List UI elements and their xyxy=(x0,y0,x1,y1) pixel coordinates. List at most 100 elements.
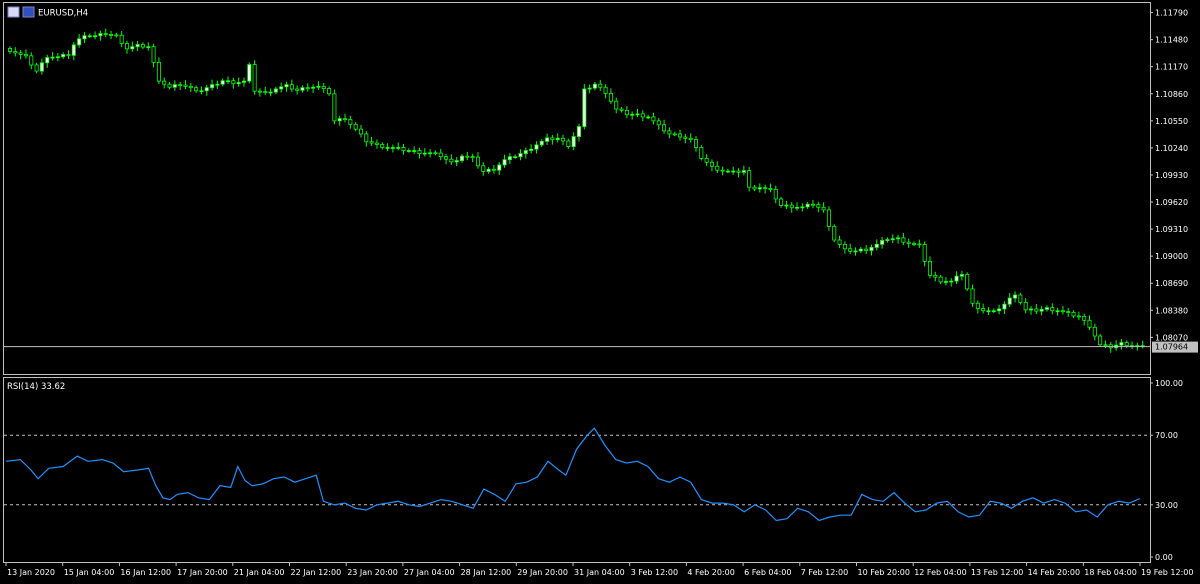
candle-body xyxy=(114,34,119,37)
candle-body xyxy=(986,310,991,313)
candle-body xyxy=(917,243,922,246)
candle-body xyxy=(693,139,698,148)
candle-body xyxy=(667,130,672,135)
candle-body xyxy=(513,156,518,159)
candle-body xyxy=(534,144,539,150)
candle-body xyxy=(66,54,71,56)
candle-body xyxy=(486,168,491,172)
candle-body xyxy=(981,308,986,312)
candle-body xyxy=(704,157,709,163)
price-pane[interactable]: EURUSD,H4 1.117901.114801.111701.108601.… xyxy=(3,2,1199,375)
candle-body xyxy=(18,52,23,55)
candle-body xyxy=(1055,310,1060,313)
candle-body xyxy=(71,44,76,56)
candle-body xyxy=(1050,307,1055,312)
candle-body xyxy=(422,152,427,155)
time-tick-label: 29 Jan 20:00 xyxy=(517,568,568,577)
candle-body xyxy=(933,274,938,278)
candle-body xyxy=(912,243,917,245)
candle-body xyxy=(1029,308,1034,311)
candle-body xyxy=(364,133,369,143)
trading-terminal-chart[interactable]: EURUSD,H4 1.117901.114801.111701.108601.… xyxy=(0,0,1200,584)
candle-body xyxy=(45,57,50,64)
price-tick-label: 1.08380 xyxy=(1155,306,1188,315)
candle-body xyxy=(358,128,363,135)
candle-body xyxy=(577,126,582,137)
candle-body xyxy=(608,92,613,102)
candle-body xyxy=(805,203,810,208)
symbol-badge-icon xyxy=(7,6,20,18)
candle-body xyxy=(768,188,773,190)
candle-body xyxy=(1087,319,1092,328)
candle-body xyxy=(465,155,470,158)
candle-body xyxy=(199,90,204,93)
candle-body xyxy=(55,56,60,59)
candle-body xyxy=(311,86,316,89)
time-tick-label: 16 Jan 12:00 xyxy=(120,568,171,577)
candle-body xyxy=(715,165,720,171)
candle-body xyxy=(289,84,294,90)
symbol-header: EURUSD,H4 xyxy=(7,6,88,19)
candle-body xyxy=(901,237,906,243)
time-tick-label: 13 Jan 2020 xyxy=(7,568,55,577)
candle-body xyxy=(380,144,385,148)
candle-body xyxy=(273,88,278,93)
candle-body xyxy=(257,90,262,93)
candle-body xyxy=(736,170,741,173)
candle-body xyxy=(970,288,975,304)
candle-body xyxy=(337,118,342,122)
candle-body xyxy=(188,85,193,89)
candle-body xyxy=(763,187,768,190)
candle-body xyxy=(646,116,651,119)
candle-body xyxy=(1034,308,1039,312)
candle-body xyxy=(241,80,246,83)
candle-body xyxy=(683,136,688,139)
candle-body xyxy=(561,137,566,142)
time-tick-label: 31 Jan 04:00 xyxy=(574,568,625,577)
candle-body xyxy=(316,85,321,88)
candle-body xyxy=(119,34,124,44)
time-tick-label: 13 Feb 12:00 xyxy=(971,568,1023,577)
candle-body xyxy=(502,159,507,166)
candle-body xyxy=(874,243,879,248)
candle-body xyxy=(343,118,348,121)
rsi-tick-label: 0.00 xyxy=(1155,553,1173,562)
candle-body xyxy=(183,84,188,87)
candle-body xyxy=(130,46,135,50)
candle-body xyxy=(1076,315,1081,318)
candle-body xyxy=(401,147,406,151)
rsi-pane[interactable]: RSI(14) 33.62 100.00 70.00 30.00 0.00 xyxy=(3,377,1184,563)
price-candles xyxy=(7,28,1145,353)
candle-body xyxy=(1007,297,1012,305)
time-tick-label: 6 Feb 04:00 xyxy=(744,568,791,577)
candle-body xyxy=(77,38,82,46)
symbol-title: EURUSD,H4 xyxy=(38,9,88,19)
price-tick-label: 1.11480 xyxy=(1155,36,1188,45)
candle-body xyxy=(1098,335,1103,346)
candle-body xyxy=(1119,342,1124,346)
price-tick-label: 1.11790 xyxy=(1155,9,1188,18)
candle-body xyxy=(826,209,831,227)
candle-body xyxy=(864,248,869,251)
rsi-tick-label: 70.00 xyxy=(1155,431,1178,440)
candle-body xyxy=(832,226,837,241)
candle-body xyxy=(61,54,66,58)
candle-body xyxy=(135,44,140,48)
candle-body xyxy=(460,155,465,161)
candle-body xyxy=(869,247,874,251)
candle-body xyxy=(1071,312,1076,317)
candle-body xyxy=(369,141,374,144)
price-tick-label: 1.10240 xyxy=(1155,144,1188,153)
candle-body xyxy=(29,55,34,66)
candle-body xyxy=(475,156,480,167)
candle-body xyxy=(438,152,443,158)
candle-body xyxy=(23,53,28,57)
candle-body xyxy=(204,87,209,92)
candle-body xyxy=(699,147,704,159)
candle-body xyxy=(1060,310,1065,313)
candle-body xyxy=(162,80,167,85)
candle-body xyxy=(348,119,353,125)
candle-body xyxy=(975,302,980,309)
price-tick-label: 1.09310 xyxy=(1155,225,1188,234)
flag-icon xyxy=(22,6,35,18)
